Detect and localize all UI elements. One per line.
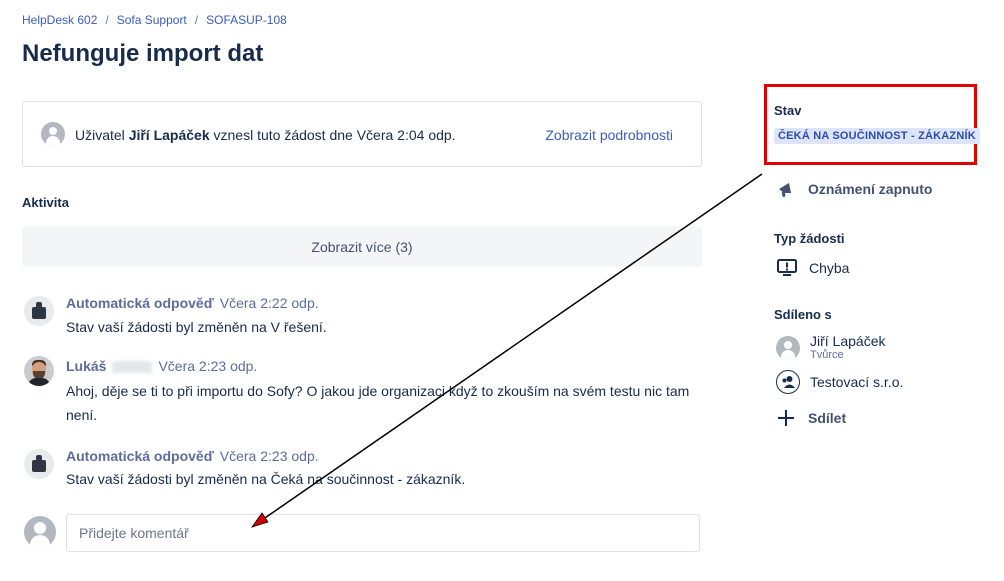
request-type-label: Typ žádosti xyxy=(774,231,845,246)
activity-time: Včera 2:23 odp. xyxy=(158,358,258,374)
user-avatar-lukas xyxy=(24,356,54,386)
page-title: Nefunguje import dat xyxy=(22,40,264,67)
status-badge[interactable]: ČEKÁ NA SOUČINNOST - ZÁKAZNÍK xyxy=(774,128,980,144)
share-button[interactable]: Sdílet xyxy=(776,408,846,428)
activity-message: Stav vaší žádosti byl změněn na V řešení… xyxy=(66,319,327,335)
activity-item-header: Automatická odpověď Včera 2:23 odp. xyxy=(66,448,319,464)
activity-item-header: Automatická odpověď Včera 2:22 odp. xyxy=(66,295,319,311)
user-avatar xyxy=(41,122,65,146)
shared-user: Jiří Lapáček Tvůrce xyxy=(810,333,885,361)
breadcrumb-helpdesk[interactable]: HelpDesk 602 xyxy=(22,13,97,27)
megaphone-icon xyxy=(776,180,796,198)
robot-avatar xyxy=(24,296,54,326)
show-details-link[interactable]: Zobrazit podrobnosti xyxy=(545,127,673,143)
activity-message-line: není. xyxy=(66,407,98,423)
request-user: Jiří Lapáček xyxy=(128,127,210,143)
robot-avatar xyxy=(24,449,54,479)
activity-message-line: Ahoj, děje se ti to při importu do Sofy?… xyxy=(66,383,690,399)
show-more-button[interactable]: Zobrazit více (3) xyxy=(22,227,702,267)
shared-organization-name: Testovací s.r.o. xyxy=(810,374,904,390)
activity-author: Lukáš xyxy=(66,358,107,374)
breadcrumb-sofa-support[interactable]: Sofa Support xyxy=(117,13,187,27)
comment-input[interactable] xyxy=(66,514,700,552)
shared-with-label: Sdíleno s xyxy=(774,307,832,322)
plus-icon xyxy=(776,408,796,428)
current-user-avatar xyxy=(24,516,56,548)
bug-report-icon xyxy=(777,259,797,277)
user-avatar xyxy=(776,336,800,360)
status-label: Stav xyxy=(774,103,802,118)
breadcrumb-issue-key[interactable]: SOFASUP-108 xyxy=(206,13,287,27)
activity-time: Včera 2:22 odp. xyxy=(219,295,319,311)
breadcrumb: HelpDesk 602 / Sofa Support / SOFASUP-10… xyxy=(22,13,287,27)
request-type-value: Chyba xyxy=(777,259,849,277)
breadcrumb-separator: / xyxy=(105,13,109,27)
request-summary-text: Uživatel Jiří Lapáček vznesl tuto žádost… xyxy=(75,127,456,143)
request-suffix: vznesl tuto žádost dne Včera 2:04 odp. xyxy=(209,127,456,143)
status-highlight-box xyxy=(764,84,977,165)
request-type-text: Chyba xyxy=(809,260,850,276)
activity-author: Automatická odpověď xyxy=(66,448,214,464)
request-prefix: Uživatel xyxy=(75,127,129,143)
organization-icon xyxy=(776,370,800,394)
request-summary: Uživatel Jiří Lapáček vznesl tuto žádost… xyxy=(22,101,702,167)
activity-author: Automatická odpověď xyxy=(66,295,214,311)
notifications-label: Oznámení zapnuto xyxy=(808,181,933,197)
shared-user-role: Tvůrce xyxy=(810,349,844,361)
activity-message: Stav vaší žádosti byl změněn na Čeká na … xyxy=(66,471,466,487)
shared-user-name: Jiří Lapáček xyxy=(810,333,886,349)
notifications-toggle[interactable]: Oznámení zapnuto xyxy=(776,180,932,198)
redacted-surname xyxy=(112,361,153,374)
activity-item-header: Lukáš Včera 2:23 odp. xyxy=(66,358,257,374)
activity-heading: Aktivita xyxy=(22,195,69,210)
share-label: Sdílet xyxy=(808,410,847,426)
activity-time: Včera 2:23 odp. xyxy=(219,448,319,464)
breadcrumb-separator: / xyxy=(194,13,199,27)
